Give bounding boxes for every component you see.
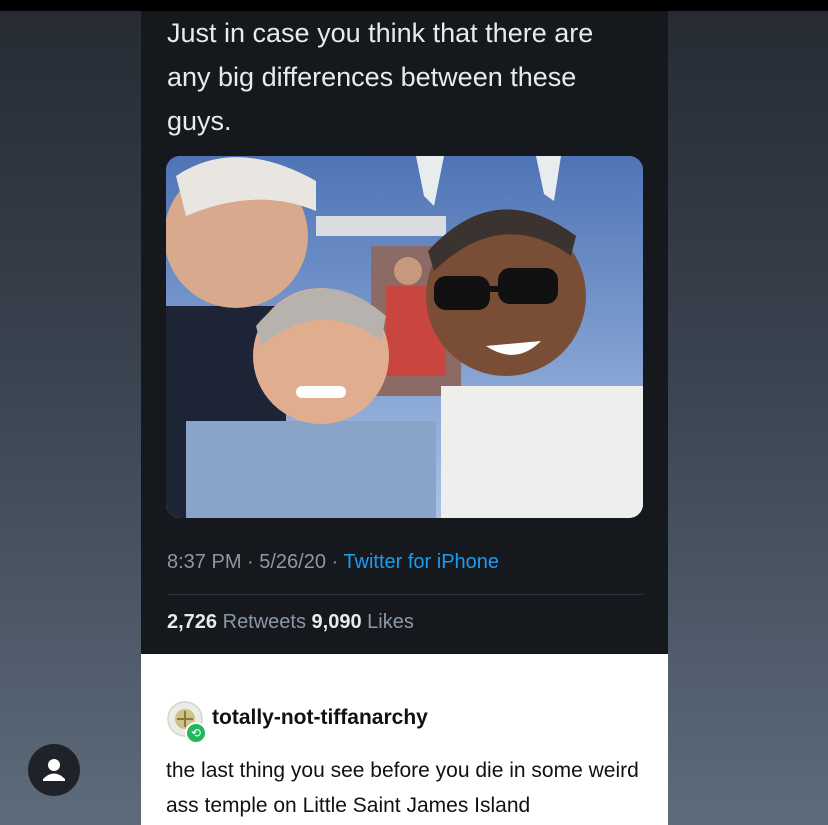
reblog-body: the last thing you see before you die in…	[166, 759, 639, 817]
top-bar	[0, 0, 828, 11]
user-icon	[43, 759, 65, 781]
reblog-card: ⟲ totally-not-tiffanarchy the last thing…	[141, 654, 668, 825]
tweet-photo[interactable]	[166, 156, 643, 518]
tweet-source-link[interactable]: Twitter for iPhone	[343, 551, 499, 573]
divider	[167, 594, 643, 595]
tweet-meta: 8:37 PM · 5/26/20 · Twitter for iPhone	[167, 551, 499, 574]
retweets-label[interactable]: Retweets	[217, 611, 311, 633]
reblog-username[interactable]: totally-not-tiffanarchy	[212, 706, 428, 730]
tweet-text: Just in case you think that there are an…	[167, 18, 594, 136]
photo-icon	[166, 156, 643, 518]
likes-label[interactable]: Likes	[362, 611, 414, 633]
tweet-stats: 2,726 Retweets 9,090 Likes	[167, 611, 414, 634]
user-fab-button[interactable]	[28, 744, 80, 796]
likes-count[interactable]: 9,090	[312, 611, 362, 633]
reblog-icon: ⟲	[185, 722, 207, 744]
tweet-card: Just in case you think that there are an…	[141, 11, 668, 654]
tweet-timestamp: 8:37 PM · 5/26/20 ·	[167, 551, 344, 573]
retweets-count[interactable]: 2,726	[167, 611, 217, 633]
